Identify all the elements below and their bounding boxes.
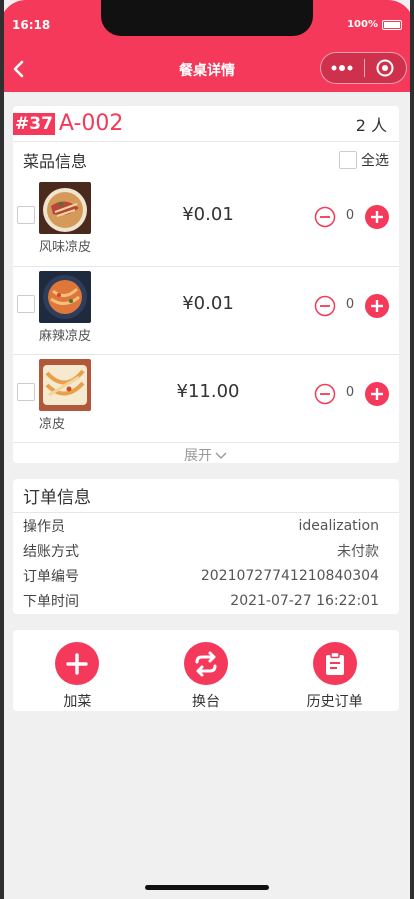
order-info-title: 订单信息 (13, 479, 399, 513)
status-time: 16:18 (12, 18, 51, 32)
status-right: 100% (347, 19, 402, 30)
change-table-button[interactable]: 换台 (142, 630, 271, 711)
expand-toggle[interactable]: 展开 (13, 442, 399, 466)
dish-name: 凉皮 (39, 417, 66, 432)
dish-price: ¥11.00 (176, 381, 240, 402)
table-name: A-002 (58, 111, 124, 136)
order-row-value: 20210727741210840304 (200, 567, 379, 584)
minus-icon[interactable] (314, 295, 336, 317)
dish-checkbox[interactable] (17, 206, 35, 224)
dish-row: 凉皮 ¥11.00 0 (13, 354, 399, 442)
add-dish-label: 加菜 (63, 694, 92, 710)
dish-quantity: 0 (345, 385, 355, 400)
order-row-value: 2021-07-27 16:22:01 (230, 592, 379, 609)
chevron-down-icon (215, 452, 227, 459)
capsule-close-button[interactable] (364, 53, 406, 83)
actions-card: 加菜 换台 历史订单 (13, 630, 399, 711)
plus-icon[interactable] (365, 205, 389, 229)
dish-quantity: 0 (345, 297, 355, 312)
order-row-operator: 操作员 idealization (13, 513, 399, 538)
swap-arrows-icon (184, 642, 228, 685)
table-card: #37 A-002 2 人 菜品信息 全选 风味凉皮 ¥0.01 0 麻辣凉皮 … (13, 106, 399, 466)
minus-icon[interactable] (314, 383, 336, 405)
dish-quantity: 0 (345, 208, 355, 223)
plus-icon[interactable] (365, 294, 389, 318)
more-dots-icon (331, 65, 353, 71)
plus-icon (55, 642, 100, 685)
dish-row: 麻辣凉皮 ¥0.01 0 (13, 266, 399, 354)
dish-image (39, 182, 91, 234)
order-row-payment-method: 结账方式 未付款 (13, 538, 399, 563)
dishes-section-title: 菜品信息 (23, 152, 88, 171)
clipboard-icon (312, 642, 357, 685)
device-notch (101, 0, 313, 36)
dish-name: 风味凉皮 (39, 240, 92, 255)
header: 16:18 100% 餐桌详情 (0, 0, 414, 92)
order-row-label: 结账方式 (23, 543, 79, 560)
device-bezel-left (0, 0, 4, 899)
dishes-section-header: 菜品信息 全选 (13, 142, 399, 178)
order-row-order-number: 订单编号 20210727741210840304 (13, 563, 399, 588)
dish-name: 麻辣凉皮 (39, 329, 92, 344)
mini-program-capsule (320, 52, 407, 84)
capsule-more-button[interactable] (321, 53, 364, 83)
phone-screen: 16:18 100% 餐桌详情 #37 A-002 2 人 菜品信息 全选 风味… (0, 0, 414, 899)
dish-checkbox[interactable] (17, 383, 35, 401)
dish-checkbox[interactable] (17, 295, 35, 313)
select-all-checkbox[interactable] (339, 151, 357, 169)
table-number-tag: #37 (13, 112, 55, 135)
dish-price: ¥0.01 (182, 204, 234, 225)
order-row-value: 未付款 (337, 543, 379, 560)
battery-icon (382, 19, 402, 30)
dish-image (39, 359, 91, 411)
minus-icon[interactable] (314, 206, 336, 228)
expand-label: 展开 (184, 447, 212, 464)
device-bezel-right (410, 0, 414, 899)
target-circle-icon (376, 59, 394, 77)
select-all-label: 全选 (361, 153, 389, 169)
plus-icon[interactable] (365, 382, 389, 406)
order-row-label: 订单编号 (23, 568, 79, 585)
order-history-label: 历史订单 (306, 694, 363, 710)
add-dish-button[interactable]: 加菜 (13, 630, 142, 711)
dish-row: 风味凉皮 ¥0.01 0 (13, 178, 399, 266)
order-row-label: 操作员 (23, 518, 65, 535)
order-row-label: 下单时间 (23, 593, 79, 610)
order-row-order-time: 下单时间 2021-07-27 16:22:01 (13, 588, 399, 613)
table-header: #37 A-002 2 人 (13, 106, 399, 142)
dish-image (39, 271, 91, 323)
guest-count: 2 人 (355, 115, 387, 135)
dish-price: ¥0.01 (182, 293, 234, 314)
order-row-value: idealization (298, 517, 380, 534)
home-indicator[interactable] (145, 885, 269, 890)
battery-percentage: 100% (347, 19, 378, 30)
order-history-button[interactable]: 历史订单 (270, 630, 399, 711)
order-info-card: 订单信息 操作员 idealization 结账方式 未付款 订单编号 2021… (13, 479, 399, 614)
select-all-toggle[interactable]: 全选 (339, 150, 389, 170)
change-table-label: 换台 (192, 694, 220, 710)
